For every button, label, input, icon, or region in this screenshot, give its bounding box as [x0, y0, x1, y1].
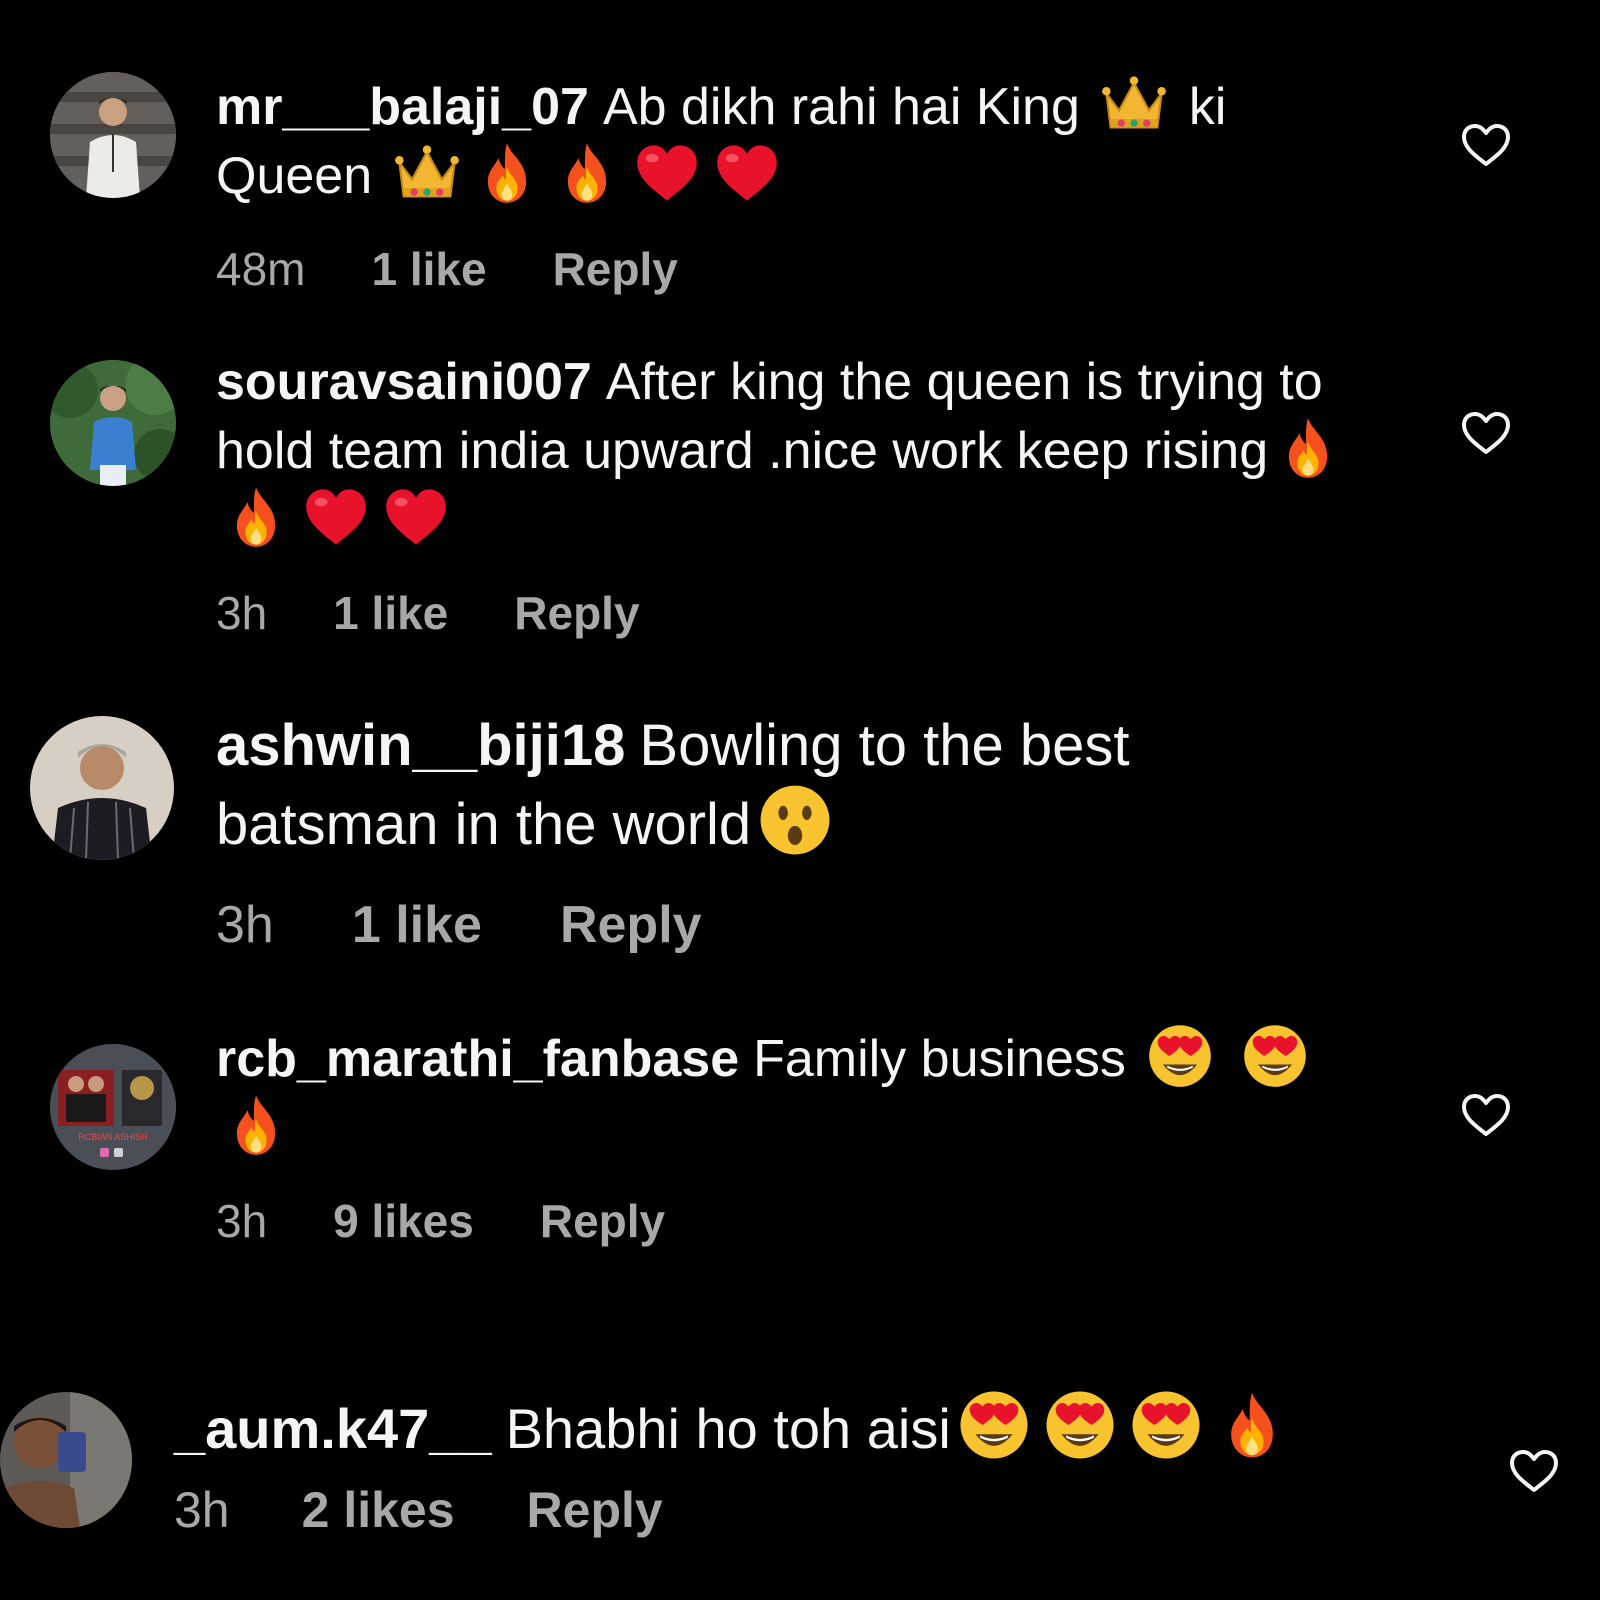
red-heart-emoji: [713, 139, 781, 207]
heart-outline-icon[interactable]: [1460, 122, 1512, 168]
fire-emoji: [553, 139, 621, 207]
comment-timestamp: 3h: [216, 896, 274, 954]
comment-likes-count[interactable]: 9 likes: [333, 1194, 474, 1248]
comment-username[interactable]: ashwin__biji18: [216, 713, 625, 778]
red-heart-emoji: [382, 483, 450, 551]
fire-emoji: [473, 139, 541, 207]
avatar-photo-icon: [0, 1392, 132, 1528]
heart-outline-icon[interactable]: [1508, 1448, 1560, 1494]
comment-timestamp: 3h: [216, 1195, 268, 1247]
avatar[interactable]: RCBIAN ASHISH: [50, 1044, 176, 1170]
comment-text: Queen: [216, 147, 373, 205]
comment-likes-count[interactable]: 2 likes: [302, 1481, 455, 1539]
avatar[interactable]: [30, 716, 174, 860]
reply-button[interactable]: Reply: [514, 586, 639, 640]
red-heart-emoji: [633, 139, 701, 207]
comment-text: Ab dikh rahi hai King: [602, 78, 1080, 136]
comment-likes-count[interactable]: 1 like: [371, 242, 486, 296]
comment-text: Bhabhi ho toh aisi: [505, 1397, 951, 1460]
comment-timestamp: 48m: [216, 243, 306, 295]
avatar-photo-icon: [50, 72, 176, 198]
avatar-photo-icon: [30, 716, 174, 860]
reply-button[interactable]: Reply: [527, 1481, 663, 1539]
avatar-photo-icon: [50, 360, 176, 486]
fire-emoji: [222, 1091, 290, 1159]
crown-emoji: [393, 139, 461, 207]
fire-emoji: [1274, 414, 1342, 482]
rcb-logo-text: RCBIAN ASHISH: [78, 1132, 148, 1142]
heart-outline-icon[interactable]: [1460, 1092, 1512, 1138]
reply-button[interactable]: Reply: [540, 1194, 665, 1248]
reply-button[interactable]: Reply: [553, 242, 678, 296]
comment-username[interactable]: mr___balaji_07: [216, 78, 589, 136]
crown-emoji: [1100, 70, 1168, 138]
avatar[interactable]: [50, 360, 176, 486]
heart-outline-icon[interactable]: [1460, 410, 1512, 456]
red-heart-emoji: [302, 483, 370, 551]
comment-timestamp: 3h: [216, 587, 268, 639]
avatar[interactable]: [50, 72, 176, 198]
avatar[interactable]: [0, 1392, 132, 1528]
reply-button[interactable]: Reply: [560, 895, 702, 955]
heart-eyes-emoji: [1241, 1022, 1309, 1090]
comment-likes-count[interactable]: 1 like: [352, 895, 482, 955]
heart-eyes-emoji: [957, 1388, 1031, 1462]
comment-likes-count[interactable]: 1 like: [333, 586, 448, 640]
comment-timestamp: 3h: [174, 1482, 230, 1538]
comment-text: ki: [1188, 78, 1227, 136]
comment-username[interactable]: rcb_marathi_fanbase: [216, 1030, 739, 1088]
heart-eyes-emoji: [1146, 1022, 1214, 1090]
heart-eyes-emoji: [1043, 1388, 1117, 1462]
avatar-photo-icon: RCBIAN ASHISH: [50, 1044, 176, 1170]
comment-text: Family business: [753, 1030, 1126, 1088]
comment-username[interactable]: souravsaini007: [216, 353, 592, 411]
fire-emoji: [222, 483, 290, 551]
heart-eyes-emoji: [1129, 1388, 1203, 1462]
surprised-face-emoji: [757, 782, 833, 858]
fire-emoji: [1215, 1388, 1289, 1462]
comment-username[interactable]: _aum.k47__: [174, 1397, 492, 1460]
